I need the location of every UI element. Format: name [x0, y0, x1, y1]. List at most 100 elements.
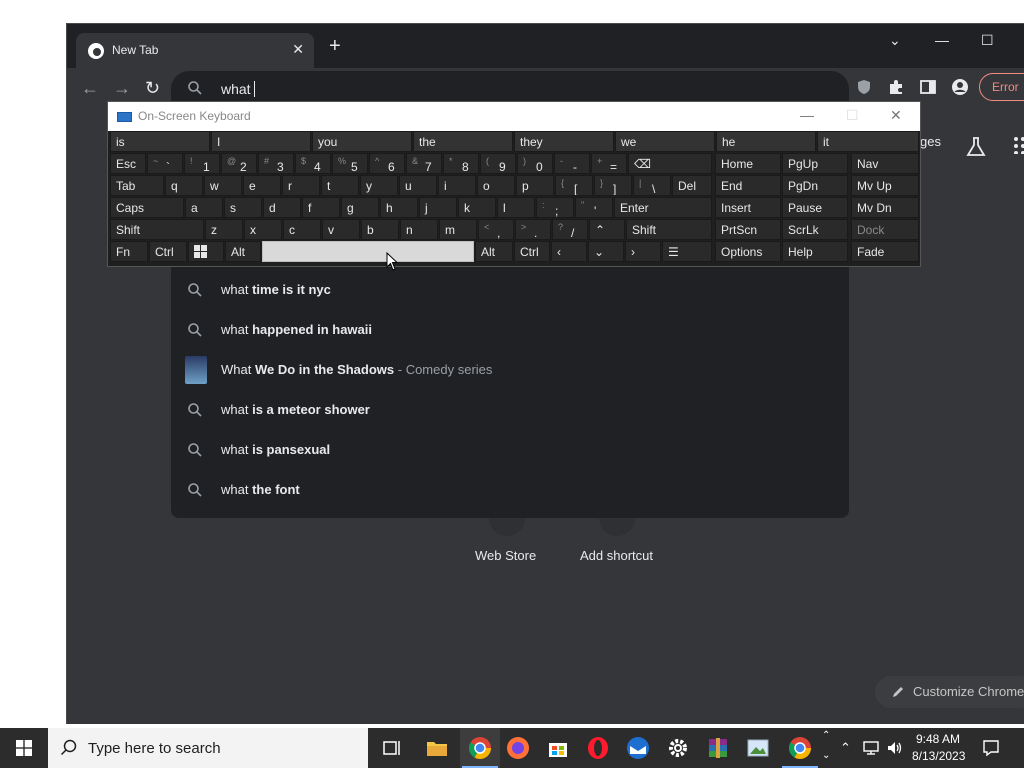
taskbar-search-box[interactable]: Type here to search — [48, 728, 368, 768]
key-space[interactable] — [262, 241, 474, 262]
shortcut-tile-add[interactable] — [599, 518, 635, 536]
images-link-partial[interactable]: ges — [920, 134, 941, 149]
suggestion-item[interactable]: what happened in hawaii — [171, 310, 849, 350]
key-windows[interactable] — [188, 241, 224, 262]
key-backspace[interactable]: ⌫ — [628, 153, 712, 174]
key-g[interactable]: g — [341, 197, 379, 218]
profile-avatar-icon[interactable] — [951, 78, 969, 96]
key-help[interactable]: Help — [782, 241, 848, 262]
key-mv-dn[interactable]: Mv Dn — [851, 197, 919, 218]
minimize-icon[interactable]: — — [935, 32, 949, 48]
key-insert[interactable]: Insert — [715, 197, 781, 218]
key-pgdn[interactable]: PgDn — [782, 175, 848, 196]
tab-new-tab[interactable]: New Tab ✕ — [76, 33, 314, 68]
key-3[interactable]: #3 — [258, 153, 294, 174]
prediction-key[interactable]: we — [615, 131, 715, 152]
shield-extension-icon[interactable] — [855, 78, 873, 96]
key-semicolon[interactable]: :; — [536, 197, 574, 218]
show-hidden-icons-icon[interactable]: ⌃ — [840, 740, 851, 756]
key-quote[interactable]: " ' — [575, 197, 613, 218]
tab-close-icon[interactable]: ✕ — [292, 41, 304, 58]
tab-search-icon[interactable]: ⌄ — [889, 32, 901, 49]
key-pause[interactable]: Pause — [782, 197, 848, 218]
key-period[interactable]: >. — [515, 219, 551, 240]
osk-close-icon[interactable]: ✕ — [890, 107, 902, 124]
key-home[interactable]: Home — [715, 153, 781, 174]
reload-icon[interactable]: ↻ — [145, 78, 160, 99]
key-5[interactable]: % 5 — [332, 153, 368, 174]
key-alt-left[interactable]: Alt — [225, 241, 261, 262]
key-bracket-left[interactable]: {[ — [555, 175, 593, 196]
key-n[interactable]: n — [400, 219, 438, 240]
key-pgup[interactable]: PgUp — [782, 153, 848, 174]
prediction-key[interactable]: I — [211, 131, 311, 152]
key-b[interactable]: b — [361, 219, 399, 240]
key-h[interactable]: h — [380, 197, 418, 218]
key-equals[interactable]: + = — [591, 153, 627, 174]
labs-flask-icon[interactable] — [965, 136, 987, 158]
back-icon[interactable]: ← — [81, 78, 99, 99]
prediction-key[interactable]: is — [110, 131, 210, 152]
key-caps[interactable]: Caps — [110, 197, 184, 218]
key-i[interactable]: i — [438, 175, 476, 196]
key-y[interactable]: y — [360, 175, 398, 196]
key-o[interactable]: o — [477, 175, 515, 196]
key-f[interactable]: f — [302, 197, 340, 218]
clock-time[interactable]: 9:48 AM — [916, 732, 960, 746]
key-backslash[interactable]: | \ — [633, 175, 671, 196]
key-1[interactable]: ! 1 — [184, 153, 220, 174]
omnibox-input[interactable]: what — [221, 81, 255, 97]
key-z[interactable]: z — [205, 219, 243, 240]
suggestion-item[interactable]: what time is it nyc — [171, 270, 849, 310]
key-end[interactable]: End — [715, 175, 781, 196]
taskbar-scroll-down-icon[interactable]: ⌄ — [822, 750, 830, 761]
customize-chrome-button[interactable]: Customize Chrome — [875, 676, 1024, 708]
key-7[interactable]: & 7 — [406, 153, 442, 174]
thunderbird-icon[interactable] — [626, 736, 650, 760]
firefox-icon[interactable] — [506, 736, 530, 760]
osk-minimize-icon[interactable]: — — [800, 107, 814, 123]
winrar-icon[interactable] — [706, 736, 730, 760]
key-slash[interactable]: ? / — [552, 219, 588, 240]
taskbar-scroll-up-icon[interactable]: ⌃ — [822, 730, 830, 741]
key-w[interactable]: w — [204, 175, 242, 196]
key-mv-up[interactable]: Mv Up — [851, 175, 919, 196]
windows-start-icon[interactable] — [16, 740, 32, 756]
key-del[interactable]: Del — [672, 175, 712, 196]
network-icon[interactable] — [862, 740, 880, 756]
photos-icon[interactable] — [746, 736, 770, 760]
prediction-key[interactable]: he — [716, 131, 816, 152]
key-bracket-right[interactable]: }] — [594, 175, 632, 196]
suggestion-item[interactable]: what the font — [171, 470, 849, 510]
key-comma[interactable]: <, — [478, 219, 514, 240]
chrome-profile-taskbar[interactable] — [780, 728, 820, 768]
suggestion-item[interactable]: what is pansexual — [171, 430, 849, 470]
key-6[interactable]: ^ 6 — [369, 153, 405, 174]
shortcut-tile-webstore[interactable] — [489, 518, 525, 536]
key-t[interactable]: t — [321, 175, 359, 196]
key-arrow-left[interactable]: ‹ — [551, 241, 587, 262]
key-9[interactable]: (9 — [480, 153, 516, 174]
key-arrow-down[interactable]: ⌄ — [588, 241, 624, 262]
new-tab-button[interactable]: + — [329, 36, 341, 56]
key-8[interactable]: * 8 — [443, 153, 479, 174]
key-q[interactable]: q — [165, 175, 203, 196]
microsoft-store-icon[interactable] — [546, 736, 570, 760]
shortcut-add-label[interactable]: Add shortcut — [580, 548, 653, 563]
task-view-icon[interactable] — [380, 736, 404, 760]
key-p[interactable]: p — [516, 175, 554, 196]
key-l[interactable]: l — [497, 197, 535, 218]
key-2[interactable]: @2 — [221, 153, 257, 174]
key-arrow-up[interactable]: ⌃ — [589, 219, 625, 240]
key-fn[interactable]: Fn — [110, 241, 148, 262]
key-alt-right[interactable]: Alt — [475, 241, 513, 262]
key-ctrl-left[interactable]: Ctrl — [149, 241, 187, 262]
forward-icon[interactable]: → — [113, 78, 131, 99]
key-enter[interactable]: Enter — [614, 197, 712, 218]
key-ctrl-right[interactable]: Ctrl — [514, 241, 550, 262]
error-chip[interactable]: Error — [979, 73, 1024, 101]
key-options[interactable]: Options — [715, 241, 781, 262]
key-arrow-right[interactable]: › — [625, 241, 661, 262]
key-u[interactable]: u — [399, 175, 437, 196]
key-scrlk[interactable]: ScrLk — [782, 219, 848, 240]
